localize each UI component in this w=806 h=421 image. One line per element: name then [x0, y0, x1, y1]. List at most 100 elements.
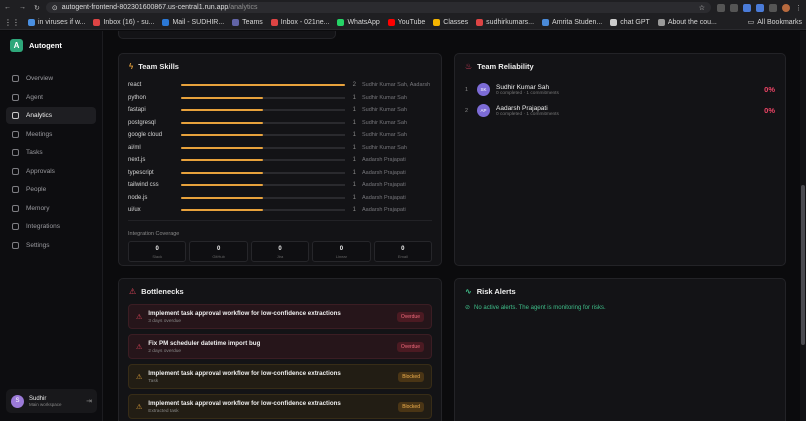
bookmark-item[interactable]: YouTube [387, 18, 426, 26]
sidebar-item-integrations[interactable]: Integrations [6, 218, 96, 235]
sidebar-item-memory[interactable]: Memory [6, 200, 96, 217]
brand-name: Autogent [29, 41, 62, 50]
forward-icon[interactable]: → [19, 4, 26, 12]
skill-row: fastapi 1 Sudhir Kumar Sah [119, 104, 441, 117]
reliability-row[interactable]: 2 AP Aadarsh Prajapati 0 completed · 1 comm… [455, 100, 785, 121]
skill-bar-fill [181, 171, 263, 174]
puzzle-icon[interactable] [769, 3, 777, 12]
coverage-cell: 0 Jira [250, 240, 310, 262]
bookmark-label: chat GPT [620, 18, 650, 26]
check-circle-icon: ⊘ [465, 305, 471, 311]
skill-bar-fill [181, 196, 263, 199]
calendar-icon [12, 130, 19, 138]
bottleneck-item[interactable]: ⚠ Implement task approval workflow for lo… [128, 364, 432, 389]
bookmarks-bar: ⋮⋮ in viruses if w... Inbox (16) - su... M… [0, 15, 806, 30]
skill-count: 1 [352, 132, 356, 139]
sidebar-item-overview[interactable]: Overview [6, 70, 96, 87]
skill-bar-fill [181, 184, 263, 187]
bookmark-item[interactable]: Teams [232, 18, 263, 26]
skill-name: ui/ux [128, 207, 141, 214]
skill-bar [181, 196, 345, 199]
coverage-label: Email [397, 253, 408, 259]
skill-people: Aadarsh Prajapati [362, 182, 406, 189]
bookmark-item[interactable]: Inbox - 021ne... [270, 18, 329, 26]
bookmark-item[interactable]: Inbox (16) - su... [93, 18, 154, 26]
previous-card [118, 31, 336, 39]
url-host: autogent-frontend-802301600867.us-centra… [61, 4, 229, 11]
bookmark-item[interactable]: Mail - SUDHIR... [162, 18, 224, 26]
favicon-icon [542, 18, 550, 26]
grid-icon [12, 75, 19, 82]
favicon-icon [337, 18, 345, 26]
bookmark-item[interactable]: About the cou... [657, 18, 717, 26]
scrollbar-thumb[interactable] [801, 185, 805, 345]
back-icon[interactable]: ← [4, 4, 11, 12]
skill-row: next.js 1 Aadarsh Prajapati [119, 154, 441, 167]
warning-icon: ⚠ [129, 287, 137, 296]
sidebar-item-tasks[interactable]: Tasks [6, 144, 96, 161]
extension-icon[interactable] [743, 3, 751, 12]
site-info-icon[interactable]: ⊙ [52, 4, 58, 12]
sidebar-item-people[interactable]: People [6, 181, 96, 198]
card-title: Bottlenecks [141, 287, 184, 296]
bottleneck-title: Implement task approval workflow for low… [148, 309, 341, 317]
sidebar-item-agent[interactable]: Agent [6, 89, 96, 106]
bookmark-item[interactable]: sudhirkumars... [476, 18, 534, 26]
skill-name: postgresql [128, 119, 156, 126]
risk-message-text: No active alerts. The agent is monitorin… [474, 304, 606, 311]
bottleneck-item[interactable]: ⚠ Fix PM scheduler datetime import bug 2 d… [128, 334, 432, 359]
bookmark-star-icon[interactable]: ☆ [699, 4, 705, 12]
reliability-row[interactable]: 1 SK Sudhir Kumar Sah 0 completed · 1 commi… [455, 79, 785, 100]
bookmark-item[interactable]: Amrita Studen... [542, 18, 602, 26]
bookmark-item[interactable]: Classes [433, 18, 468, 26]
brand[interactable]: A Autogent [0, 31, 102, 60]
extension-icon[interactable] [730, 3, 738, 12]
warning-icon: ⚠ [136, 373, 143, 381]
skill-bar-fill [181, 109, 263, 112]
scrollbar[interactable] [800, 31, 806, 421]
address-bar[interactable]: ⊙ autogent-frontend-802301600867.us-cent… [45, 2, 711, 13]
rank: 1 [465, 86, 469, 93]
sidebar-item-settings[interactable]: Settings [6, 237, 96, 254]
logout-icon[interactable]: ⇥ [86, 397, 92, 405]
skill-count: 1 [352, 157, 356, 164]
reliability-percent: 0% [764, 106, 775, 115]
sidebar-item-meetings[interactable]: Meetings [6, 126, 96, 143]
profile-avatar[interactable] [782, 3, 790, 12]
skill-people: Aadarsh Prajapati [362, 157, 406, 164]
bottleneck-item[interactable]: ⚠ Implement task approval workflow for lo… [128, 394, 432, 419]
bookmark-item[interactable]: chat GPT [610, 18, 650, 26]
coverage-label: Linear [335, 253, 347, 259]
menu-icon[interactable]: ⋮ [795, 4, 802, 12]
plug-icon [12, 223, 19, 230]
member-info: Sudhir Kumar Sah 0 completed · 1 commitme… [496, 84, 559, 96]
coverage-value: 0 [278, 245, 282, 252]
sidebar-item-analytics[interactable]: Analytics [6, 107, 96, 124]
skill-bar-fill [181, 159, 263, 162]
rank: 2 [465, 107, 469, 114]
skill-list: react 2 Sudhir Kumar Sah, Aadarsh Prajapat… [119, 79, 441, 217]
sidebar-item-label: Memory [26, 204, 50, 212]
user-card[interactable]: S Sudhir Main workspace ⇥ [6, 389, 97, 413]
sidebar-item-approvals[interactable]: Approvals [6, 163, 96, 180]
warning-icon: ⚠ [136, 313, 143, 321]
bookmark-item[interactable]: in viruses if w... [28, 18, 85, 26]
extension-icon[interactable] [756, 3, 764, 12]
reload-icon[interactable]: ↻ [34, 4, 40, 12]
skill-bar-fill [181, 84, 345, 87]
bottleneck-info: Fix PM scheduler datetime import bug 2 da… [148, 340, 260, 354]
all-bookmarks[interactable]: ▭ All Bookmarks [748, 18, 802, 27]
skill-row: node.js 1 Aadarsh Prajapati [119, 192, 441, 205]
skill-people: Sudhir Kumar Sah [362, 132, 407, 139]
bookmark-label: YouTube [397, 18, 426, 26]
extension-icon[interactable] [717, 3, 725, 12]
bookmark-item[interactable]: WhatsApp [337, 18, 380, 26]
skill-bar-fill [181, 146, 263, 149]
skill-count: 2 [352, 82, 356, 89]
sidebar-item-label: Approvals [26, 167, 55, 175]
favicon-icon [232, 18, 240, 26]
avatar: SK [477, 83, 490, 96]
skill-row: ai/ml 1 Sudhir Kumar Sah [119, 142, 441, 155]
bottleneck-item[interactable]: ⚠ Implement task approval workflow for lo… [128, 304, 432, 329]
apps-icon[interactable]: ⋮⋮ [4, 18, 20, 27]
